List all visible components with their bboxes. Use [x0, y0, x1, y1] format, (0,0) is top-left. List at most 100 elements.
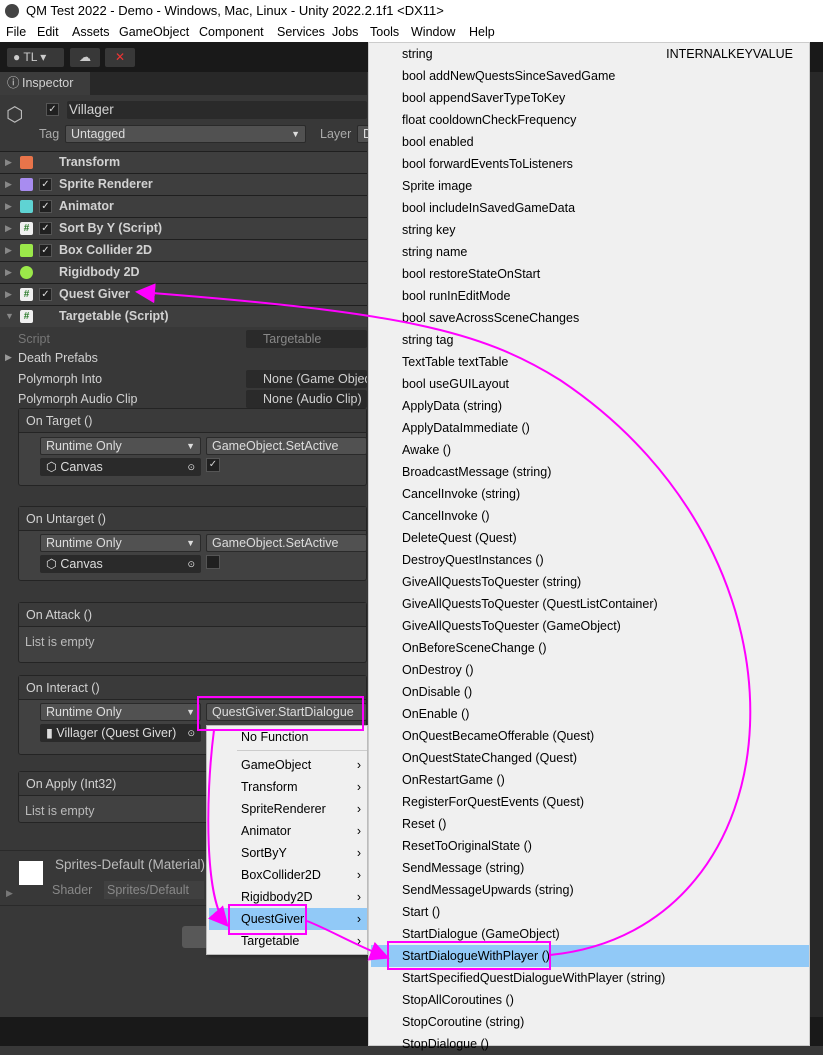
- function-menu-item[interactable]: CancelInvoke (string): [369, 483, 809, 505]
- function-menu-item[interactable]: bool useGUILayout: [369, 373, 809, 395]
- function-menu-item[interactable]: ApplyDataImmediate (): [369, 417, 809, 439]
- menu-edit[interactable]: Edit: [37, 22, 59, 42]
- cloud-icon[interactable]: ☁: [70, 48, 100, 67]
- expand-arrow-icon[interactable]: ▶: [5, 352, 12, 363]
- account-dropdown[interactable]: ● TL ▾: [7, 48, 64, 67]
- function-menu-item[interactable]: string name: [369, 241, 809, 263]
- runtime-mode-dropdown[interactable]: Runtime Only ▼: [40, 703, 201, 721]
- runtime-mode-dropdown[interactable]: Runtime Only ▼: [40, 534, 201, 552]
- runtime-mode-dropdown[interactable]: Runtime Only ▼: [40, 437, 201, 455]
- collapsed-arrow-icon[interactable]: ▶: [5, 196, 12, 217]
- menu-file[interactable]: File: [6, 22, 26, 42]
- function-menu-item[interactable]: string tag: [369, 329, 809, 351]
- submenu-item[interactable]: GameObject ›: [207, 754, 367, 776]
- target-object-field[interactable]: ⬡ Canvas ⊙: [40, 458, 201, 476]
- component-header[interactable]: ▶ ✓ Animator: [0, 195, 367, 217]
- menu-assets[interactable]: Assets: [72, 22, 110, 42]
- submenu-item[interactable]: SortByY ›: [207, 842, 367, 864]
- menu-jobs[interactable]: Jobs: [332, 22, 358, 42]
- function-menu-item[interactable]: bool enabled: [369, 131, 809, 153]
- function-menu-item[interactable]: OnBeforeSceneChange (): [369, 637, 809, 659]
- component-header[interactable]: ▶ ✓ Box Collider 2D: [0, 239, 367, 261]
- menu-help[interactable]: Help: [469, 22, 495, 42]
- function-menu-item[interactable]: Reset (): [369, 813, 809, 835]
- component-header[interactable]: ▶ Transform: [0, 151, 367, 173]
- tab-inspector[interactable]: ⓘ Inspector: [0, 72, 90, 95]
- function-menu-item[interactable]: bool saveAcrossSceneChanges: [369, 307, 809, 329]
- function-menu-item[interactable]: string key: [369, 219, 809, 241]
- set-active-checkbox[interactable]: [206, 555, 220, 569]
- polymorph-into-field[interactable]: None (Game Object): [246, 370, 367, 388]
- function-menu-item[interactable]: GiveAllQuestsToQuester (GameObject): [369, 615, 809, 637]
- menu-gameobject[interactable]: GameObject: [119, 22, 189, 42]
- shader-dropdown[interactable]: Sprites/Default: [104, 881, 204, 899]
- function-menu-item[interactable]: ApplyData (string): [369, 395, 809, 417]
- enabled-checkbox[interactable]: ✓: [39, 288, 52, 301]
- function-menu-item[interactable]: OnQuestBecameOfferable (Quest): [369, 725, 809, 747]
- component-header[interactable]: ▶ ✓ Sprite Renderer: [0, 173, 367, 195]
- function-menu-item[interactable]: SendMessage (string): [369, 857, 809, 879]
- active-checkbox[interactable]: ✓: [46, 103, 59, 116]
- menu-tools[interactable]: Tools: [370, 22, 399, 42]
- function-menu-item[interactable]: Sprite image: [369, 175, 809, 197]
- function-menu-item[interactable]: bool restoreStateOnStart: [369, 263, 809, 285]
- enabled-checkbox[interactable]: ✓: [39, 200, 52, 213]
- function-menu-item[interactable]: GiveAllQuestsToQuester (string): [369, 571, 809, 593]
- target-object-field[interactable]: ▮ Villager (Quest Giver) ⊙: [40, 724, 201, 742]
- enabled-checkbox[interactable]: ✓: [39, 178, 52, 191]
- collapsed-arrow-icon[interactable]: ▶: [5, 284, 12, 305]
- component-header[interactable]: ▶ # ✓ Quest Giver: [0, 283, 367, 305]
- collapsed-arrow-icon[interactable]: ▶: [5, 152, 12, 173]
- function-menu-item[interactable]: OnDisable (): [369, 681, 809, 703]
- menu-component[interactable]: Component: [199, 22, 264, 42]
- function-menu-item[interactable]: bool appendSaverTypeToKey: [369, 87, 809, 109]
- function-menu-item[interactable]: StartDialogue (GameObject): [369, 923, 809, 945]
- target-object-field[interactable]: ⬡ Canvas ⊙: [40, 555, 201, 573]
- collab-error-icon[interactable]: ✕: [105, 48, 135, 67]
- function-menu-item[interactable]: StopAllCoroutines (): [369, 989, 809, 1011]
- component-header[interactable]: ▶ Rigidbody 2D: [0, 261, 367, 283]
- submenu-item[interactable]: No Function: [207, 726, 367, 748]
- submenu-item[interactable]: BoxCollider2D ›: [207, 864, 367, 886]
- enabled-checkbox[interactable]: ✓: [39, 244, 52, 257]
- function-menu-item[interactable]: StopDialogue (): [369, 1033, 809, 1055]
- submenu-item[interactable]: QuestGiver ›: [209, 908, 367, 930]
- function-menu-item[interactable]: string INTERNALKEYVALUE: [369, 43, 809, 65]
- object-name-input[interactable]: Villager: [67, 101, 367, 119]
- collapsed-arrow-icon[interactable]: ▶: [5, 218, 12, 239]
- function-menu-item[interactable]: DeleteQuest (Quest): [369, 527, 809, 549]
- expanded-arrow-icon[interactable]: ▼: [5, 306, 14, 327]
- function-menu-item[interactable]: OnEnable (): [369, 703, 809, 725]
- object-picker-icon[interactable]: ⊙: [187, 556, 195, 572]
- submenu-item[interactable]: Targetable ›: [207, 930, 367, 952]
- function-menu-item[interactable]: float cooldownCheckFrequency: [369, 109, 809, 131]
- component-header[interactable]: ▼ # Targetable (Script): [0, 305, 367, 327]
- menu-services[interactable]: Services: [277, 22, 325, 42]
- submenu-item[interactable]: Animator ›: [207, 820, 367, 842]
- function-menu-item[interactable]: bool includeInSavedGameData: [369, 197, 809, 219]
- object-picker-icon[interactable]: ⊙: [187, 725, 195, 741]
- function-menu-item[interactable]: CancelInvoke (): [369, 505, 809, 527]
- function-menu-item[interactable]: SendMessageUpwards (string): [369, 879, 809, 901]
- enabled-checkbox[interactable]: ✓: [39, 222, 52, 235]
- function-menu-item[interactable]: TextTable textTable: [369, 351, 809, 373]
- submenu-item[interactable]: Rigidbody2D ›: [207, 886, 367, 908]
- submenu-item[interactable]: Transform ›: [207, 776, 367, 798]
- function-dropdown[interactable]: QuestGiver.StartDialogue: [206, 703, 367, 721]
- function-menu-item[interactable]: DestroyQuestInstances (): [369, 549, 809, 571]
- function-menu-item[interactable]: Start (): [369, 901, 809, 923]
- polymorph-audio-field[interactable]: None (Audio Clip): [246, 390, 367, 408]
- function-menu-item[interactable]: OnDestroy (): [369, 659, 809, 681]
- function-menu-item[interactable]: bool runInEditMode: [369, 285, 809, 307]
- collapsed-arrow-icon[interactable]: ▶: [5, 240, 12, 261]
- function-menu-item[interactable]: OnQuestStateChanged (Quest): [369, 747, 809, 769]
- function-dropdown[interactable]: GameObject.SetActive: [206, 534, 367, 552]
- function-menu-item[interactable]: bool forwardEventsToListeners: [369, 153, 809, 175]
- expand-arrow-icon[interactable]: ▶: [6, 888, 13, 899]
- submenu-item[interactable]: SpriteRenderer ›: [207, 798, 367, 820]
- function-menu-item[interactable]: OnRestartGame (): [369, 769, 809, 791]
- death-prefabs-label[interactable]: Death Prefabs: [18, 351, 98, 365]
- component-header[interactable]: ▶ # ✓ Sort By Y (Script): [0, 217, 367, 239]
- gameobject-cube-icon[interactable]: ⬡: [6, 102, 23, 127]
- menu-window[interactable]: Window: [411, 22, 455, 42]
